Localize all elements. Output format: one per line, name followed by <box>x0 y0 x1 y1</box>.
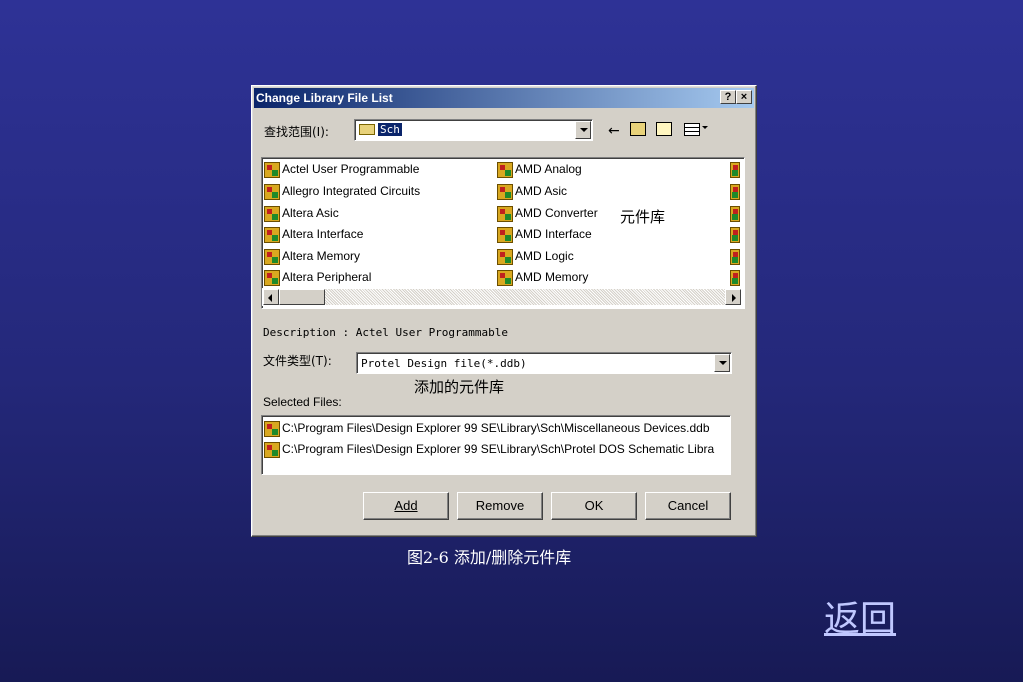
list-item[interactable]: Altera Interface <box>264 227 363 243</box>
list-item[interactable]: Actel User Programmable <box>264 162 419 178</box>
new-folder-icon[interactable] <box>656 122 672 136</box>
file-type-combo[interactable]: Protel Design file(*.ddb) <box>356 352 732 374</box>
look-in-label: 查找范围(I): <box>264 125 329 139</box>
add-button[interactable]: Add <box>363 492 449 520</box>
selected-files-label: Selected Files: <box>263 395 342 409</box>
cancel-button[interactable]: Cancel <box>645 492 731 520</box>
annotation-library: 元件库 <box>620 208 666 226</box>
dialog-title: Change Library File List <box>256 91 393 105</box>
change-library-dialog: Change Library File List ? × 查找范围(I): Sc… <box>251 85 757 537</box>
title-bar: Change Library File List ? × <box>254 88 754 108</box>
library-file-icon <box>730 270 740 286</box>
scroll-thumb[interactable] <box>279 289 325 305</box>
selected-file-item[interactable]: C:\Program Files\Design Explorer 99 SE\L… <box>264 421 710 437</box>
library-file-icon <box>264 162 280 178</box>
list-item[interactable]: Altera Memory <box>264 249 360 265</box>
list-item[interactable]: AMD Interface <box>497 227 592 243</box>
back-arrow-icon[interactable]: ← <box>608 123 620 139</box>
library-file-icon <box>497 270 513 286</box>
library-file-icon <box>730 184 740 200</box>
scroll-left-button[interactable] <box>263 289 279 305</box>
view-menu-arrow-icon[interactable] <box>702 126 708 129</box>
library-file-icon <box>497 162 513 178</box>
selected-file-item[interactable]: C:\Program Files\Design Explorer 99 SE\L… <box>264 442 728 458</box>
library-file-icon <box>497 249 513 265</box>
folder-icon <box>359 124 375 135</box>
list-item[interactable]: Allegro Integrated Circuits <box>264 184 420 200</box>
back-link[interactable]: 返回 <box>824 590 896 642</box>
library-file-icon <box>730 206 740 222</box>
look-in-combo[interactable]: Sch <box>354 119 593 141</box>
library-file-icon <box>264 421 280 437</box>
library-file-icon <box>730 249 740 265</box>
arrow-right-icon <box>732 294 736 302</box>
library-file-icon <box>264 249 280 265</box>
close-button[interactable]: × <box>736 90 752 104</box>
library-file-icon <box>264 270 280 286</box>
library-file-icon <box>497 206 513 222</box>
list-item[interactable]: Altera Peripheral <box>264 270 371 286</box>
list-item[interactable]: AMD Converter <box>497 206 598 222</box>
look-in-dropdown-button[interactable] <box>575 121 591 139</box>
file-type-value: Protel Design file(*.ddb) <box>361 357 527 370</box>
library-file-icon <box>497 184 513 200</box>
figure-caption: 图2-6 添加/删除元件库 <box>407 548 572 567</box>
library-file-icon <box>264 206 280 222</box>
list-item[interactable]: AMD Analog <box>497 162 582 178</box>
remove-button[interactable]: Remove <box>457 492 543 520</box>
library-file-icon <box>497 227 513 243</box>
look-in-value: Sch <box>378 123 402 136</box>
library-file-icon <box>264 227 280 243</box>
scroll-right-button[interactable] <box>725 289 741 305</box>
up-folder-icon[interactable] <box>630 122 646 136</box>
description-text: Description : Actel User Programmable <box>263 326 509 339</box>
library-file-icon <box>264 184 280 200</box>
list-item[interactable]: AMD Asic <box>497 184 567 200</box>
file-type-label: 文件类型(T): <box>263 354 332 368</box>
annotation-added-library: 添加的元件库 <box>414 378 505 396</box>
library-file-icon <box>730 227 740 243</box>
view-menu-icon[interactable] <box>684 123 700 136</box>
arrow-left-icon <box>268 294 272 302</box>
file-list-scrollbar[interactable] <box>262 288 742 306</box>
file-type-dropdown-button[interactable] <box>714 354 730 372</box>
list-item[interactable]: AMD Memory <box>497 270 588 286</box>
ok-button[interactable]: OK <box>551 492 637 520</box>
list-item[interactable]: AMD Logic <box>497 249 574 265</box>
list-item[interactable]: Altera Asic <box>264 206 339 222</box>
help-button[interactable]: ? <box>720 90 736 104</box>
library-file-icon <box>264 442 280 458</box>
library-file-icon <box>730 162 740 178</box>
